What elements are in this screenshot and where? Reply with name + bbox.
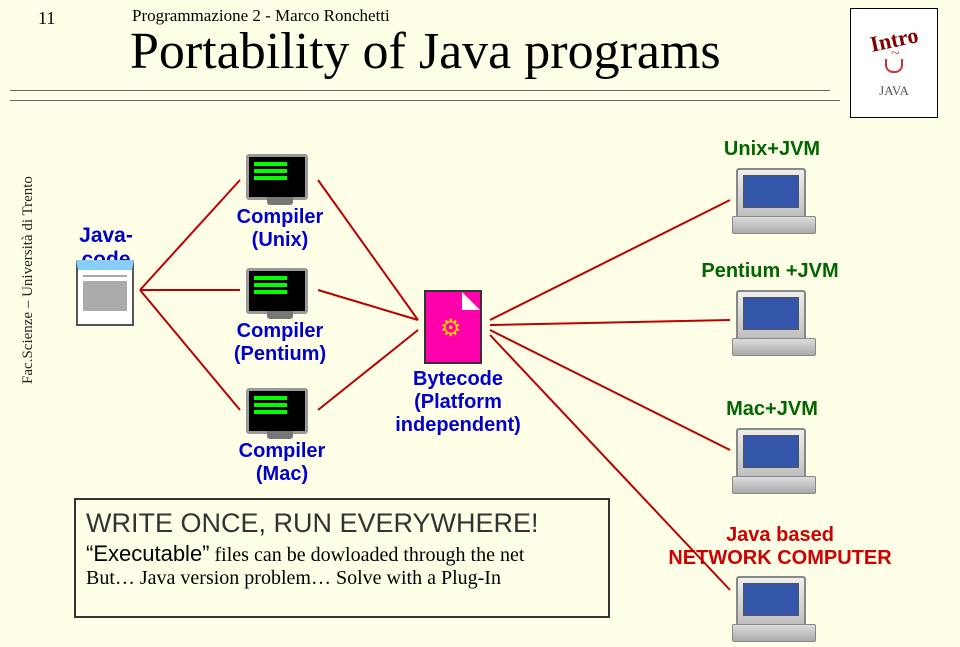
- java-cup-icon: [885, 59, 903, 73]
- bottom-line2-rest: files can be dowloaded through the net: [210, 544, 525, 566]
- title-rule: [10, 90, 830, 91]
- bottom-line2: “Executable” files can be dowloaded thro…: [86, 541, 598, 567]
- compiler-mac-label: Compiler (Mac): [228, 440, 336, 486]
- title-rule: [10, 100, 840, 101]
- sidebar-text: Fac.Scienze – Università di Trento: [20, 130, 37, 430]
- computer-icon: [736, 576, 806, 630]
- java-intro-logo: Intro JAVA: [850, 8, 938, 118]
- notepad-icon: [76, 260, 134, 326]
- target-pentium-label: Pentium +JVM: [690, 260, 850, 283]
- monitor-icon: [246, 388, 308, 434]
- target-unix-label: Unix+JVM: [712, 138, 832, 161]
- write-once-headline: WRITE ONCE, RUN EVERYWHERE!: [86, 508, 598, 539]
- bottom-line3: But… Java version problem… Solve with a …: [86, 567, 598, 590]
- logo-subtext: JAVA: [879, 83, 909, 99]
- page-number: 11: [38, 8, 55, 29]
- computer-icon: [736, 168, 806, 222]
- compiler-pentium-label: Compiler (Pentium): [224, 320, 336, 366]
- target-network-label: Java based NETWORK COMPUTER: [650, 524, 910, 570]
- page-title: Portability of Java programs: [130, 22, 721, 81]
- compiler-unix-label: Compiler (Unix): [230, 206, 330, 252]
- computer-icon: [736, 290, 806, 344]
- monitor-icon: [246, 268, 308, 314]
- bytecode-file-icon: [424, 290, 482, 364]
- write-once-box: WRITE ONCE, RUN EVERYWHERE! “Executable”…: [74, 498, 610, 618]
- monitor-icon: [246, 154, 308, 200]
- computer-icon: [736, 428, 806, 482]
- target-mac-label: Mac+JVM: [712, 398, 832, 421]
- bytecode-label: Bytecode (Platform independent): [388, 368, 528, 437]
- executable-quoted: “Executable”: [86, 541, 210, 566]
